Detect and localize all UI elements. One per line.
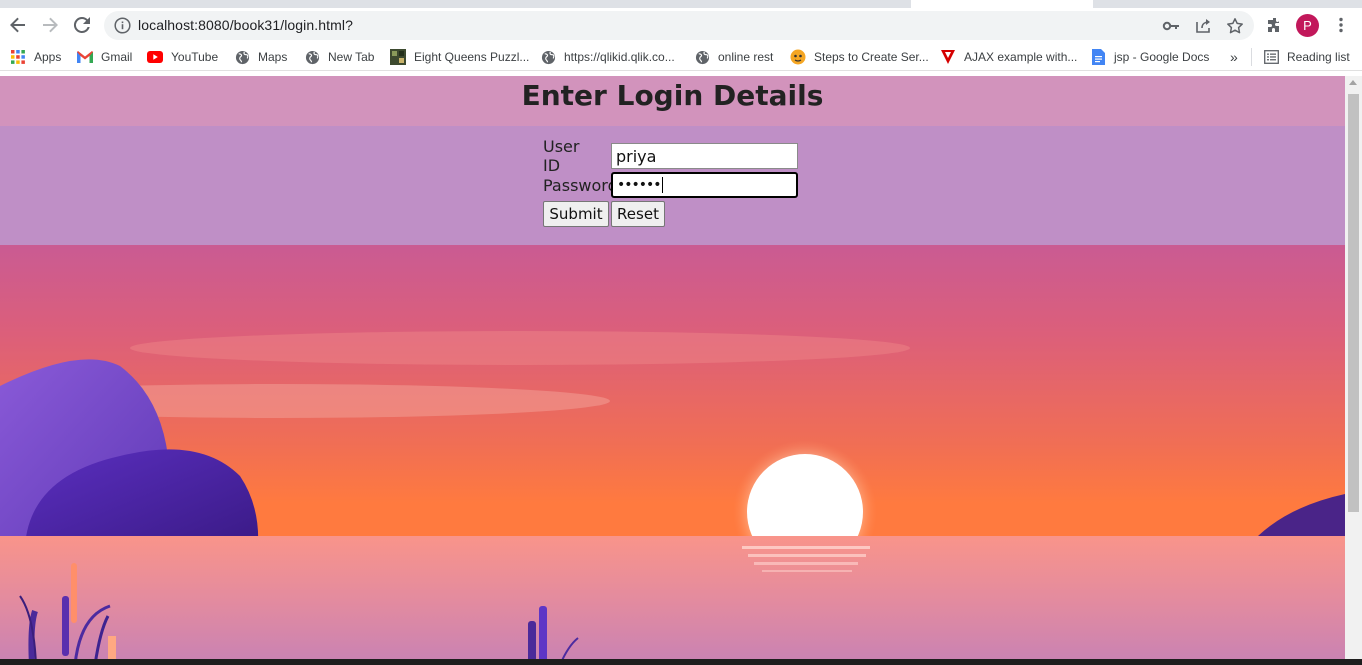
text-caret — [661, 177, 663, 193]
reading-list-icon — [1263, 49, 1279, 65]
address-bar[interactable]: localhost:8080/book31/login.html? — [104, 11, 1254, 40]
bookmark-steps-create[interactable]: Steps to Create Ser... — [790, 48, 929, 66]
forward-arrow-icon — [43, 17, 58, 33]
back-arrow-icon — [10, 17, 25, 33]
page-title: Enter Login Details — [521, 79, 824, 112]
password-value: •••••• — [617, 177, 662, 193]
bookmark-jsp-docs[interactable]: jsp - Google Docs — [1090, 48, 1209, 66]
red-triangle-favicon-icon — [940, 49, 956, 65]
bookmark-label: Eight Queens Puzzl... — [414, 50, 530, 64]
user-id-value: priya — [616, 146, 657, 166]
forward-button[interactable] — [37, 12, 63, 38]
bookmark-label: New Tab — [328, 50, 375, 64]
tab-strip — [0, 0, 1362, 8]
bookmarks-bar: Apps Gmail YouTube Maps New Tab Eight Qu… — [0, 42, 1362, 71]
reload-icon — [73, 16, 90, 33]
submit-button[interactable]: Submit — [543, 201, 609, 227]
google-docs-icon — [1090, 49, 1106, 65]
bookmark-star-icon[interactable] — [1226, 17, 1244, 35]
image-favicon-icon — [390, 49, 406, 65]
bookmark-label: Maps — [258, 50, 288, 64]
bookmark-online-rest[interactable]: online rest — [694, 48, 773, 66]
bookmark-label: YouTube — [171, 50, 219, 64]
info-icon[interactable] — [114, 17, 131, 34]
key-icon[interactable] — [1162, 17, 1180, 35]
youtube-icon — [147, 49, 163, 65]
vertical-scrollbar[interactable] — [1345, 76, 1362, 665]
active-tab[interactable] — [911, 0, 1093, 8]
reload-button[interactable] — [69, 12, 95, 38]
bookmark-ajax-example[interactable]: AJAX example with... — [940, 48, 1077, 66]
reset-button[interactable]: Reset — [611, 201, 665, 227]
user-id-label: User ID — [543, 137, 580, 175]
password-label: Password — [543, 175, 618, 195]
gmail-icon — [77, 49, 93, 65]
bookmark-maps[interactable]: Maps — [234, 48, 287, 66]
bookmark-youtube[interactable]: YouTube — [147, 48, 218, 66]
user-id-row: User ID priya — [543, 137, 798, 175]
reading-list-label: Reading list — [1287, 50, 1350, 64]
bookmark-gmail[interactable]: Gmail — [77, 48, 132, 66]
globe-icon — [304, 49, 320, 65]
bookmark-label: AJAX example with... — [964, 50, 1078, 64]
extensions-puzzle-icon[interactable] — [1263, 13, 1287, 37]
bookmark-apps[interactable]: Apps — [10, 48, 61, 66]
bookmark-eight-queens[interactable]: Eight Queens Puzzl... — [390, 48, 529, 66]
bookmark-label: https://qlikid.qlik.co... — [564, 50, 675, 64]
bookmark-label: Steps to Create Ser... — [814, 50, 929, 64]
password-row: Password •••••• — [543, 172, 798, 198]
tiger-favicon-icon — [790, 49, 806, 65]
scroll-up-arrow-icon[interactable] — [1349, 80, 1357, 85]
globe-icon — [540, 49, 556, 65]
bookmark-new-tab[interactable]: New Tab — [304, 48, 374, 66]
scrollbar-thumb[interactable] — [1348, 94, 1359, 512]
back-button[interactable] — [5, 12, 31, 38]
user-id-input[interactable]: priya — [611, 143, 798, 169]
share-icon[interactable] — [1194, 17, 1212, 35]
browser-toolbar: localhost:8080/book31/login.html? P — [0, 8, 1362, 42]
menu-kebab-icon[interactable] — [1329, 13, 1353, 37]
profile-avatar[interactable]: P — [1296, 14, 1319, 37]
bookmark-label: Apps — [34, 50, 62, 64]
bookmark-label: jsp - Google Docs — [1114, 50, 1210, 64]
apps-grid-icon — [10, 49, 26, 65]
password-input[interactable]: •••••• — [611, 172, 798, 198]
bookmark-label: online rest — [718, 50, 774, 64]
url-text: localhost:8080/book31/login.html? — [138, 17, 354, 33]
globe-icon — [234, 49, 250, 65]
taskbar-edge — [0, 659, 1362, 665]
bookmarks-divider — [1251, 48, 1252, 66]
page-viewport: Enter Login Details User ID priya Passwo… — [0, 76, 1345, 665]
globe-icon — [694, 49, 710, 65]
bookmark-qlik[interactable]: https://qlikid.qlik.co... — [540, 48, 675, 66]
reading-list-button[interactable]: Reading list — [1263, 48, 1350, 66]
bookmark-label: Gmail — [101, 50, 133, 64]
bookmarks-overflow-button[interactable]: » — [1230, 48, 1238, 66]
